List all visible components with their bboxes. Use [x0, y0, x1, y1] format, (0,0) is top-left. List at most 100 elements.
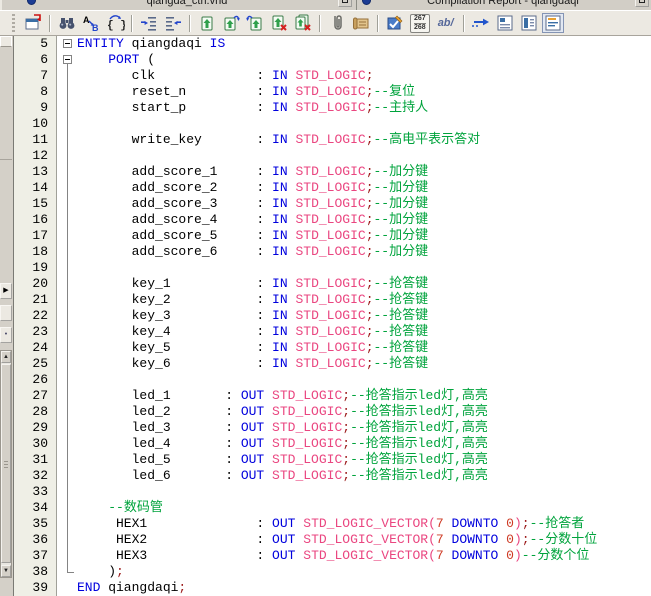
- report-layout-button-1[interactable]: [494, 13, 516, 33]
- fold-margin: [57, 244, 77, 260]
- maximize-button[interactable]: [635, 0, 649, 7]
- fold-margin: [57, 468, 77, 484]
- toolbar-separator: [319, 15, 321, 32]
- fold-margin: [57, 68, 77, 84]
- line-number: 23: [14, 324, 57, 340]
- code-line[interactable]: 36 HEX2 : OUT STD_LOGIC_VECTOR(7 DOWNTO …: [14, 532, 651, 548]
- line-number: 28: [14, 404, 57, 420]
- next-bookmark-button[interactable]: [220, 13, 242, 33]
- fold-margin: [57, 308, 77, 324]
- mdi-titlebar-row: qiangda_ctrl.vhd Compilation Report - qi…: [0, 0, 651, 10]
- code-line[interactable]: 38 );: [14, 564, 651, 580]
- clear-all-bookmarks-button[interactable]: [292, 13, 314, 33]
- line-number: 32: [14, 468, 57, 484]
- word-wrap-button[interactable]: ab/: [438, 17, 454, 29]
- macro-scroll-button[interactable]: [350, 13, 372, 33]
- code-line[interactable]: 22 key_3 : IN STD_LOGIC;--抢答键: [14, 308, 651, 324]
- code-text: add_score_1 : IN STD_LOGIC;--加分键: [77, 164, 428, 180]
- panel-splitter-button[interactable]: [0, 305, 12, 321]
- code-line[interactable]: 13 add_score_1 : IN STD_LOGIC;--加分键: [14, 164, 651, 180]
- fold-margin: [57, 532, 77, 548]
- code-line[interactable]: 39END qiangdaqi;: [14, 580, 651, 596]
- code-line[interactable]: 34 --数码管: [14, 500, 651, 516]
- unindent-button[interactable]: [162, 13, 184, 33]
- code-line[interactable]: 16 add_score_4 : IN STD_LOGIC;--加分键: [14, 212, 651, 228]
- code-line[interactable]: 21 key_2 : IN STD_LOGIC;--抢答键: [14, 292, 651, 308]
- report-document-icon: [362, 0, 371, 5]
- report-window-titlebar[interactable]: Compilation Report - qiangdaqi: [356, 0, 651, 10]
- replace-button[interactable]: AB: [80, 13, 102, 33]
- panel-small-button[interactable]: •: [0, 327, 12, 343]
- code-line[interactable]: 28 led_2 : OUT STD_LOGIC;--抢答指示led灯,高亮: [14, 404, 651, 420]
- code-line[interactable]: 31 led_5 : OUT STD_LOGIC;--抢答指示led灯,高亮: [14, 452, 651, 468]
- code-line[interactable]: 17 add_score_5 : IN STD_LOGIC;--加分键: [14, 228, 651, 244]
- code-line[interactable]: 11 write_key : IN STD_LOGIC;--高电平表示答对: [14, 132, 651, 148]
- code-text: add_score_2 : IN STD_LOGIC;--加分键: [77, 180, 428, 196]
- code-line[interactable]: 5ENTITY qiangdaqi IS: [14, 36, 651, 52]
- previous-bookmark-button[interactable]: [244, 13, 266, 33]
- vhdl-code-editor[interactable]: 5ENTITY qiangdaqi IS6 PORT (7 clk : IN S…: [13, 36, 651, 596]
- code-text: key_5 : IN STD_LOGIC;--抢答键: [77, 340, 428, 356]
- maximize-button[interactable]: [338, 0, 352, 7]
- line-number: 13: [14, 164, 57, 180]
- clear-bookmark-button[interactable]: [268, 13, 290, 33]
- code-line[interactable]: 30 led_4 : OUT STD_LOGIC;--抢答指示led灯,高亮: [14, 436, 651, 452]
- line-number: 34: [14, 500, 57, 516]
- match-delimiter-button[interactable]: { }: [104, 13, 126, 33]
- fold-collapse-box[interactable]: [57, 36, 77, 52]
- code-line[interactable]: 32 led_6 : OUT STD_LOGIC;--抢答指示led灯,高亮: [14, 468, 651, 484]
- fold-margin: [57, 548, 77, 564]
- editor-window-title: qiangda_ctrl.vhd: [36, 0, 338, 7]
- code-text: ENTITY qiangdaqi IS: [77, 36, 225, 52]
- code-line[interactable]: 15 add_score_3 : IN STD_LOGIC;--加分键: [14, 196, 651, 212]
- toolbar-grip[interactable]: [12, 14, 15, 32]
- indent-button[interactable]: [138, 13, 160, 33]
- code-line[interactable]: 27 led_1 : OUT STD_LOGIC;--抢答指示led灯,高亮: [14, 388, 651, 404]
- code-line[interactable]: 29 led_3 : OUT STD_LOGIC;--抢答指示led灯,高亮: [14, 420, 651, 436]
- code-line[interactable]: 35 HEX1 : OUT STD_LOGIC_VECTOR(7 DOWNTO …: [14, 516, 651, 532]
- fold-margin: [57, 196, 77, 212]
- find-button[interactable]: [56, 13, 78, 33]
- code-line[interactable]: 19: [14, 260, 651, 276]
- line-number: 18: [14, 244, 57, 260]
- panel-vertical-scrollbar[interactable]: ▲ ▼: [0, 350, 12, 578]
- code-text: key_3 : IN STD_LOGIC;--抢答键: [77, 308, 428, 324]
- code-line[interactable]: 6 PORT (: [14, 52, 651, 68]
- code-line[interactable]: 23 key_4 : IN STD_LOGIC;--抢答键: [14, 324, 651, 340]
- line-counter-total: 268: [414, 23, 426, 32]
- code-line[interactable]: 18 add_score_6 : IN STD_LOGIC;--加分键: [14, 244, 651, 260]
- check-syntax-button[interactable]: [384, 13, 406, 33]
- report-layout-button-3[interactable]: [542, 13, 564, 33]
- line-number: 29: [14, 420, 57, 436]
- code-text: key_2 : IN STD_LOGIC;--抢答键: [77, 292, 428, 308]
- code-line[interactable]: 9 start_p : IN STD_LOGIC;--主持人: [14, 100, 651, 116]
- code-line[interactable]: 20 key_1 : IN STD_LOGIC;--抢答键: [14, 276, 651, 292]
- insert-bookmark-button[interactable]: [196, 13, 218, 33]
- line-number: 35: [14, 516, 57, 532]
- window-red-arrow-button[interactable]: [22, 13, 44, 33]
- code-line[interactable]: 10: [14, 116, 651, 132]
- attach-file-button[interactable]: [326, 13, 348, 33]
- code-line[interactable]: 24 key_5 : IN STD_LOGIC;--抢答键: [14, 340, 651, 356]
- code-line[interactable]: 12: [14, 148, 651, 164]
- panel-expand-button[interactable]: ▶: [0, 283, 12, 299]
- toolbar-separator: [131, 15, 133, 32]
- scroll-up-arrow[interactable]: ▲: [1, 351, 11, 363]
- code-line[interactable]: 14 add_score_2 : IN STD_LOGIC;--加分键: [14, 180, 651, 196]
- code-line[interactable]: 25 key_6 : IN STD_LOGIC;--抢答键: [14, 356, 651, 372]
- editor-window-titlebar[interactable]: qiangda_ctrl.vhd: [5, 0, 354, 10]
- scroll-down-arrow[interactable]: ▼: [1, 565, 11, 577]
- scrollbar-thumb[interactable]: [1, 364, 11, 563]
- panel-divider: [0, 159, 12, 160]
- line-number: 24: [14, 340, 57, 356]
- code-line[interactable]: 26: [14, 372, 651, 388]
- code-line[interactable]: 33: [14, 484, 651, 500]
- code-line[interactable]: 37 HEX3 : OUT STD_LOGIC_VECTOR(7 DOWNTO …: [14, 548, 651, 564]
- line-number: 10: [14, 116, 57, 132]
- goto-arrow-button[interactable]: [470, 13, 492, 33]
- fold-collapse-box[interactable]: [57, 52, 77, 68]
- code-line[interactable]: 8 reset_n : IN STD_LOGIC;--复位: [14, 84, 651, 100]
- report-layout-button-2[interactable]: [518, 13, 540, 33]
- line-number: 11: [14, 132, 57, 148]
- code-line[interactable]: 7 clk : IN STD_LOGIC;: [14, 68, 651, 84]
